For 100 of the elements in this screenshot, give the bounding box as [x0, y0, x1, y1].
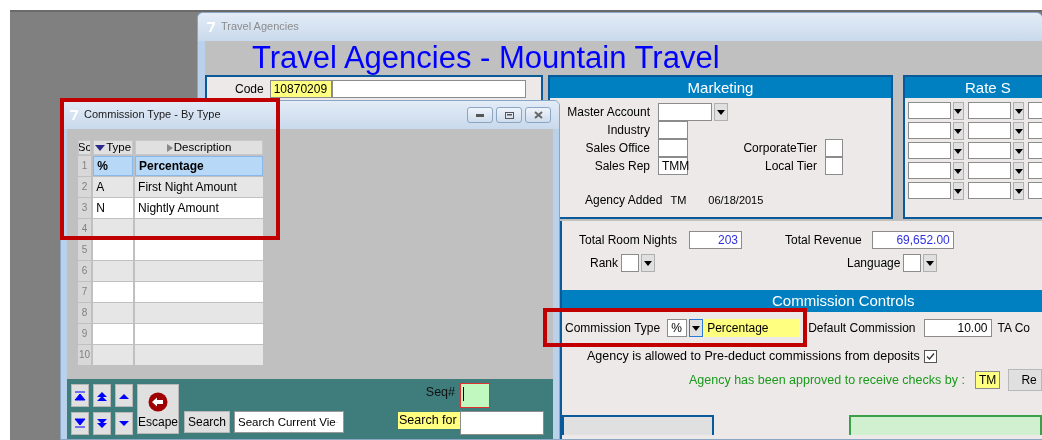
field-label: Agency Added [585, 192, 663, 209]
window-title: Travel Agencies [221, 20, 299, 34]
caret-icon [954, 128, 963, 134]
field-label: Search for [398, 412, 460, 429]
nav-button[interactable] [115, 411, 133, 435]
row-number: 8 [78, 303, 92, 323]
field-label: TA Co [997, 320, 1030, 337]
field-label: Sales Rep [593, 158, 651, 175]
combo-field[interactable] [908, 162, 951, 179]
field-label: Language [847, 255, 901, 272]
close-button[interactable] [525, 107, 551, 123]
input-field[interactable] [825, 139, 843, 157]
combo-field[interactable] [658, 103, 712, 121]
table-row[interactable]: 2 A First Night Amount [78, 177, 264, 197]
down-icon [118, 418, 130, 428]
nav-button[interactable] [93, 411, 111, 435]
name-field[interactable] [331, 80, 526, 98]
row-number: 1 [78, 156, 92, 176]
escape-button[interactable]: Escape [137, 384, 179, 434]
seq-field[interactable] [460, 383, 490, 408]
type-name-field: Percentage [703, 319, 801, 337]
dropdown-button[interactable] [952, 182, 965, 200]
caret-icon [926, 260, 935, 266]
checkbox-label: Agency is allowed to Pre-deduct commissions from deposits [587, 348, 920, 365]
field-label: Code [235, 81, 264, 98]
table-row[interactable]: 1 % Percentage [78, 156, 264, 176]
dropdown-button[interactable] [952, 162, 965, 180]
row-number: 3 [78, 198, 92, 218]
table-row[interactable]: 3 N Nightly Amount [78, 198, 264, 218]
search-field[interactable] [460, 411, 544, 435]
dropdown-button[interactable] [641, 254, 655, 272]
dropdown-button[interactable] [952, 142, 965, 160]
minimize-button[interactable] [467, 107, 493, 123]
dropdown-button[interactable] [1012, 122, 1025, 140]
window-title: Commission Type - By Type [84, 108, 221, 122]
number-field[interactable]: 203 [689, 231, 743, 249]
maximize-button[interactable] [496, 107, 522, 123]
dropdown-button[interactable] [714, 103, 728, 121]
row-number: 7 [78, 282, 92, 302]
app-icon [207, 22, 215, 32]
caret-icon [717, 109, 725, 115]
type-code-field[interactable]: % [667, 319, 688, 337]
action-button[interactable]: Re [1008, 369, 1042, 391]
combo-field[interactable] [908, 142, 951, 159]
scope-dropdown[interactable]: Search Current Vie [234, 411, 345, 433]
table-cell [93, 261, 134, 281]
app-icon [70, 110, 78, 120]
combo-field[interactable] [903, 254, 922, 272]
search-button[interactable]: Search [184, 411, 231, 433]
caret-icon [644, 260, 652, 266]
dropdown-button[interactable] [923, 254, 938, 272]
combo-field[interactable] [621, 254, 639, 272]
page-heading: Travel Agencies - Mountain Travel [252, 41, 721, 75]
combo-field[interactable] [968, 182, 1011, 199]
dropdown-button[interactable] [952, 122, 965, 140]
input-field[interactable] [658, 121, 688, 139]
combo-field[interactable] [968, 102, 1011, 119]
nav-button[interactable] [71, 384, 89, 407]
table-cell [93, 219, 134, 239]
caret-icon [1014, 188, 1023, 194]
combo-field[interactable] [968, 122, 1011, 139]
combo-field[interactable] [968, 162, 1011, 179]
checkbox[interactable] [923, 349, 937, 363]
dropdown-button[interactable] [952, 102, 965, 120]
number-field[interactable]: 10.00 [923, 319, 992, 337]
caret-icon [954, 108, 963, 114]
row-number: 9 [78, 324, 92, 344]
combo-field[interactable] [968, 142, 1011, 159]
table-cell [93, 282, 134, 302]
column-header[interactable]: Sc [79, 141, 91, 154]
dropdown-button[interactable] [1012, 102, 1025, 120]
nav-button[interactable] [71, 411, 89, 435]
combo-field[interactable] [908, 122, 951, 139]
input-field[interactable]: TMM [658, 157, 688, 175]
row-number: 10 [78, 345, 92, 365]
code-field[interactable]: 10870209 [269, 80, 332, 98]
field-label: Sales Office [584, 140, 651, 157]
caret-icon [954, 148, 963, 154]
field-label: Local Tier [763, 158, 818, 175]
caret-icon [1014, 108, 1023, 114]
caret-icon [692, 325, 701, 331]
dropdown-button[interactable] [1012, 182, 1025, 200]
field-label: Commission Type [565, 320, 661, 337]
page-up-icon [96, 390, 108, 401]
input-field[interactable] [825, 157, 843, 175]
approver-field: TM [974, 371, 1001, 389]
dropdown-button[interactable] [689, 319, 704, 337]
dropdown-button[interactable] [1012, 142, 1025, 160]
nav-button[interactable] [115, 384, 133, 407]
field-label: Industry [606, 122, 651, 139]
input-field[interactable] [658, 139, 688, 157]
field-label: Total Revenue [785, 232, 862, 249]
nav-button[interactable] [93, 384, 111, 407]
number-field[interactable]: 69,652.00 [871, 231, 954, 249]
field-label: Seq# [424, 384, 456, 401]
combo-field[interactable] [908, 102, 951, 119]
combo-field[interactable] [908, 182, 951, 199]
dropdown-button[interactable] [1012, 162, 1025, 180]
caret-icon [954, 168, 963, 174]
close-icon [533, 111, 543, 119]
